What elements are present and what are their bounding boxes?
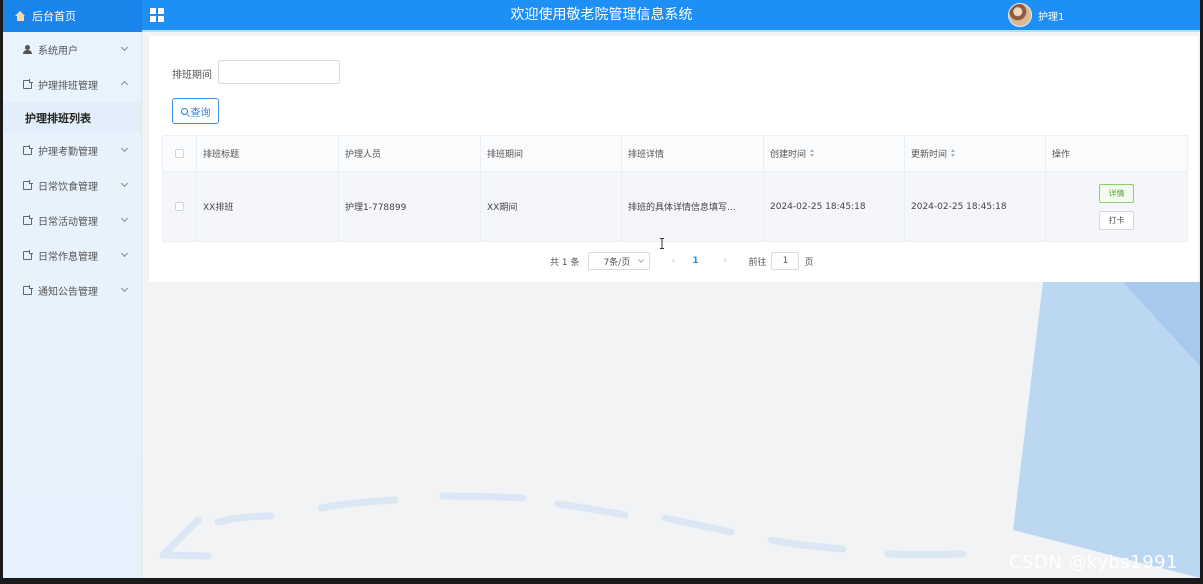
search-label: 排班期间: [172, 70, 212, 81]
schedule-table: 排班标题 护理人员 排班期间 排班详情 创建时间 更新时间 操作 XX排班 护理…: [162, 135, 1188, 242]
row-checkbox-cell: [163, 172, 197, 241]
column-header: 护理人员: [339, 136, 481, 171]
chevron-up-icon: [120, 80, 129, 89]
page-unit-label: 页: [804, 257, 814, 268]
column-header: 排班标题: [197, 136, 339, 171]
user-icon: [23, 45, 32, 54]
sidebar-item-system-users[interactable]: 系统用户: [3, 32, 141, 67]
folder-icon: [23, 145, 33, 155]
header-checkbox-cell: [163, 136, 197, 171]
app-window: 后台首页 欢迎使用敬老院管理信息系统 护理1 系统用户 护理排班管理 护理排班列…: [3, 0, 1200, 578]
sort-icon[interactable]: [951, 149, 956, 158]
search-icon: [180, 107, 188, 115]
pagination: 共 1 条 7条/页 ‹ 1 › 前往 1 页: [550, 252, 813, 270]
chevron-down-icon: [120, 43, 129, 52]
schedule-period-input[interactable]: [218, 60, 340, 84]
cell-staff: 护理1-778899: [339, 172, 481, 241]
query-button[interactable]: 查询: [172, 98, 219, 124]
page-size-select[interactable]: 7条/页: [588, 252, 651, 270]
sidebar-item-attendance[interactable]: 护理考勤管理: [3, 133, 141, 168]
sidebar-subitem-schedule-list[interactable]: 护理排班列表: [3, 102, 141, 133]
sidebar-item-label: 日常活动管理: [38, 217, 98, 228]
goto-page-input[interactable]: 1: [771, 252, 800, 270]
folder-icon: [23, 285, 33, 295]
sidebar-item-notice[interactable]: 通知公告管理: [3, 273, 141, 308]
user-name: 护理1: [1038, 11, 1065, 23]
sidebar-item-label: 日常饮食管理: [38, 182, 98, 193]
sidebar-item-activity[interactable]: 日常活动管理: [3, 203, 141, 238]
detail-button[interactable]: 详情: [1099, 183, 1134, 203]
cell-updated: 2024-02-25 18:45:18: [905, 172, 1046, 241]
chevron-down-icon: [120, 284, 129, 293]
cell-title: XX排班: [197, 172, 339, 241]
sort-icon[interactable]: [810, 149, 815, 158]
column-header: 排班期间: [481, 136, 622, 171]
sidebar-item-label: 日常作息管理: [38, 252, 98, 263]
select-all-checkbox[interactable]: [175, 149, 184, 158]
next-page-button[interactable]: ›: [714, 252, 736, 270]
chevron-down-icon: [120, 249, 129, 258]
column-header: 操作: [1052, 150, 1071, 160]
column-header-created-sortable[interactable]: 创建时间: [764, 136, 905, 171]
sidebar-item-diet[interactable]: 日常饮食管理: [3, 168, 141, 203]
pagination-total: 共 1 条: [550, 257, 580, 268]
chevron-down-icon: [120, 179, 129, 188]
text-cursor-icon: [660, 238, 664, 249]
folder-icon: [23, 79, 33, 89]
cell-detail: 排班的具体详情信息填写...: [622, 172, 764, 241]
chevron-down-icon: [638, 257, 645, 263]
page-number-current[interactable]: 1: [688, 256, 702, 266]
cell-created: 2024-02-25 18:45:18: [764, 172, 905, 241]
sidebar-item-label: 护理考勤管理: [38, 147, 98, 158]
sidebar: 系统用户 护理排班管理 护理排班列表 护理考勤管理 日常饮食管理 日常活动管理 …: [3, 32, 142, 578]
main-panel: 排班期间 查询 排班标题 护理人员 排班期间 排班详情 创建时间 更新时间 操作…: [149, 36, 1198, 282]
watermark: CSDN @kybs1991: [1009, 552, 1179, 573]
top-bar: 后台首页 欢迎使用敬老院管理信息系统 护理1: [3, 0, 1200, 32]
folder-icon: [23, 180, 33, 190]
chevron-down-icon: [120, 144, 129, 153]
sidebar-item-nursing-schedule[interactable]: 护理排班管理: [3, 67, 141, 102]
prev-page-button[interactable]: ‹: [662, 252, 684, 270]
query-button-label: 查询: [190, 107, 211, 119]
sidebar-item-label: 系统用户: [38, 46, 78, 57]
folder-icon: [23, 215, 33, 225]
user-menu[interactable]: 护理1: [1008, 3, 1064, 27]
cell-actions: 详情 打卡: [1046, 172, 1187, 241]
chevron-down-icon: [120, 214, 129, 223]
column-header: 排班详情: [622, 136, 764, 171]
row-checkbox[interactable]: [175, 202, 184, 211]
sidebar-item-label: 护理排班管理: [38, 81, 98, 92]
sidebar-item-routine[interactable]: 日常作息管理: [3, 238, 141, 273]
avatar: [1008, 3, 1032, 27]
table-header-row: 排班标题 护理人员 排班期间 排班详情 创建时间 更新时间 操作: [163, 136, 1187, 172]
column-header-updated-sortable[interactable]: 更新时间: [905, 136, 1046, 171]
sidebar-item-label: 通知公告管理: [38, 287, 98, 298]
goto-label: 前往: [748, 257, 767, 268]
table-row: XX排班 护理1-778899 XX期间 排班的具体详情信息填写... 2024…: [163, 172, 1187, 241]
folder-icon: [23, 250, 33, 260]
cell-period: XX期间: [481, 172, 622, 241]
punch-in-button[interactable]: 打卡: [1099, 210, 1134, 230]
